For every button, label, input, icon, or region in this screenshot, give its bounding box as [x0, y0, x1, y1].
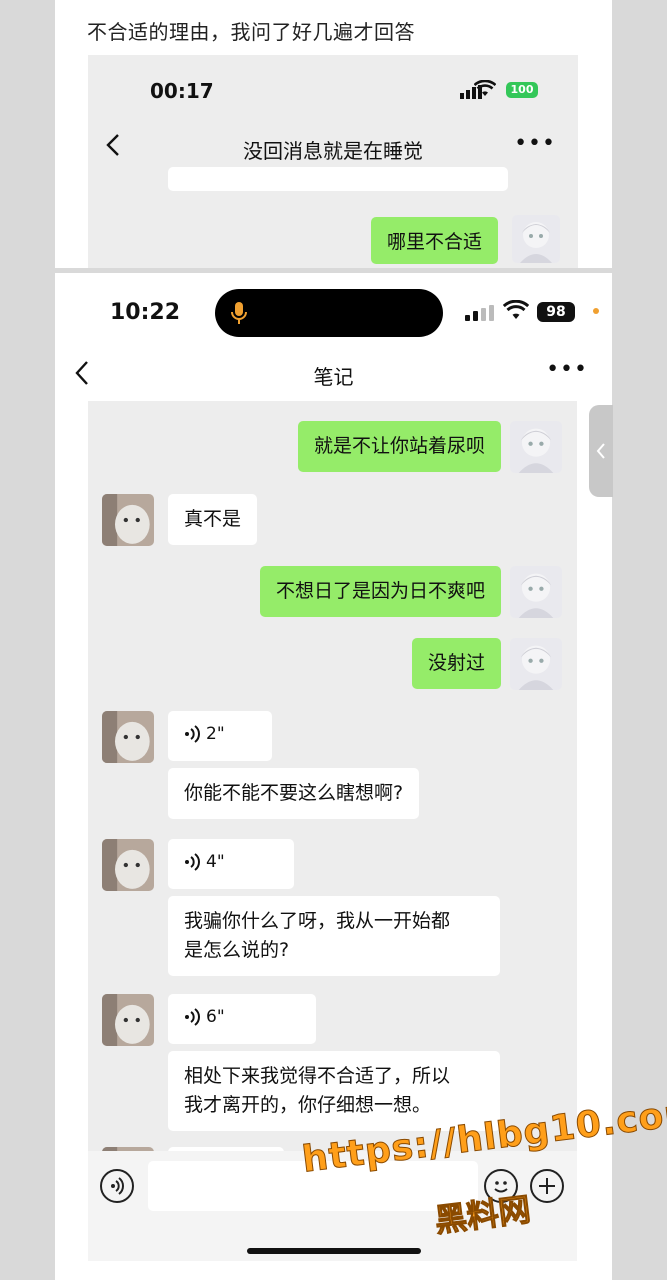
voice-message[interactable]: 2" [168, 711, 272, 761]
sent-bubble: 没射过 [411, 638, 501, 689]
contact-avatar[interactable] [102, 839, 154, 891]
battery-indicator: 100 [506, 82, 538, 98]
home-indicator [247, 1248, 421, 1254]
voice-duration: 4" [206, 852, 225, 872]
wifi-icon [503, 300, 529, 319]
microphone-icon [231, 302, 247, 324]
voice-transcript: 我骗你什么了呀，我从一开始都 是怎么说的? [168, 896, 500, 976]
wifi-icon [474, 80, 496, 96]
contact-avatar[interactable] [102, 994, 154, 1046]
voice-wave-icon [185, 725, 200, 743]
status-time: 00:17 [150, 79, 214, 103]
chat-title: 笔记 [313, 365, 354, 389]
voice-message[interactable]: 4" [168, 839, 294, 889]
received-bubble-partial [168, 167, 508, 191]
nav-bar: 笔记 ••• [55, 351, 612, 395]
received-bubble: 真不是 [168, 494, 258, 545]
dynamic-island [215, 289, 443, 337]
chat-area: 哪里不合适 [88, 167, 578, 268]
voice-duration: 2" [206, 724, 225, 744]
embedded-screenshot: 00:17 100 没回消息就是在睡觉 ••• 哪里不合适 [88, 55, 578, 268]
more-icon[interactable]: ••• [546, 357, 588, 382]
status-bar: 00:17 100 [88, 55, 578, 117]
voice-wave-icon [185, 1008, 200, 1026]
add-button[interactable] [530, 1169, 564, 1203]
chevron-left-icon [596, 443, 605, 459]
sent-bubble: 哪里不合适 [370, 217, 498, 264]
plus-icon [539, 1178, 555, 1194]
chat-title: 没回消息就是在睡觉 [243, 139, 423, 163]
voice-message[interactable]: 6" [168, 994, 316, 1044]
more-icon[interactable]: ••• [514, 131, 556, 156]
contact-avatar[interactable] [102, 711, 154, 763]
battery-indicator: 98 [537, 302, 575, 322]
caption-text: 不合适的理由，我问了好几遍才回答 [87, 20, 415, 44]
voice-input-button[interactable] [100, 1169, 134, 1203]
article-card: 不合适的理由，我问了好几遍才回答 00:17 100 没回消息就是在睡觉 •••… [55, 0, 612, 268]
privacy-dot [593, 308, 599, 314]
voice-wave-icon [111, 1177, 124, 1195]
user-avatar[interactable] [512, 215, 560, 263]
nav-bar: 没回消息就是在睡觉 ••• [88, 117, 578, 173]
user-avatar[interactable] [510, 566, 562, 618]
signal-icon [465, 305, 494, 321]
user-avatar[interactable] [510, 421, 562, 473]
sent-bubble: 不想日了是因为日不爽吧 [259, 566, 501, 617]
sent-bubble: 就是不让你站着尿呗 [297, 421, 501, 472]
contact-avatar[interactable] [102, 494, 154, 546]
voice-transcript: 你能不能不要这么瞎想啊? [168, 768, 420, 819]
status-time: 10:22 [110, 300, 181, 325]
voice-duration: 6" [206, 1007, 225, 1027]
user-avatar[interactable] [510, 638, 562, 690]
voice-transcript: 相处下来我觉得不合适了，所以 我才离开的，你仔细想一想。 [168, 1051, 500, 1131]
voice-wave-icon [185, 853, 200, 871]
side-drawer-handle[interactable] [589, 405, 613, 497]
